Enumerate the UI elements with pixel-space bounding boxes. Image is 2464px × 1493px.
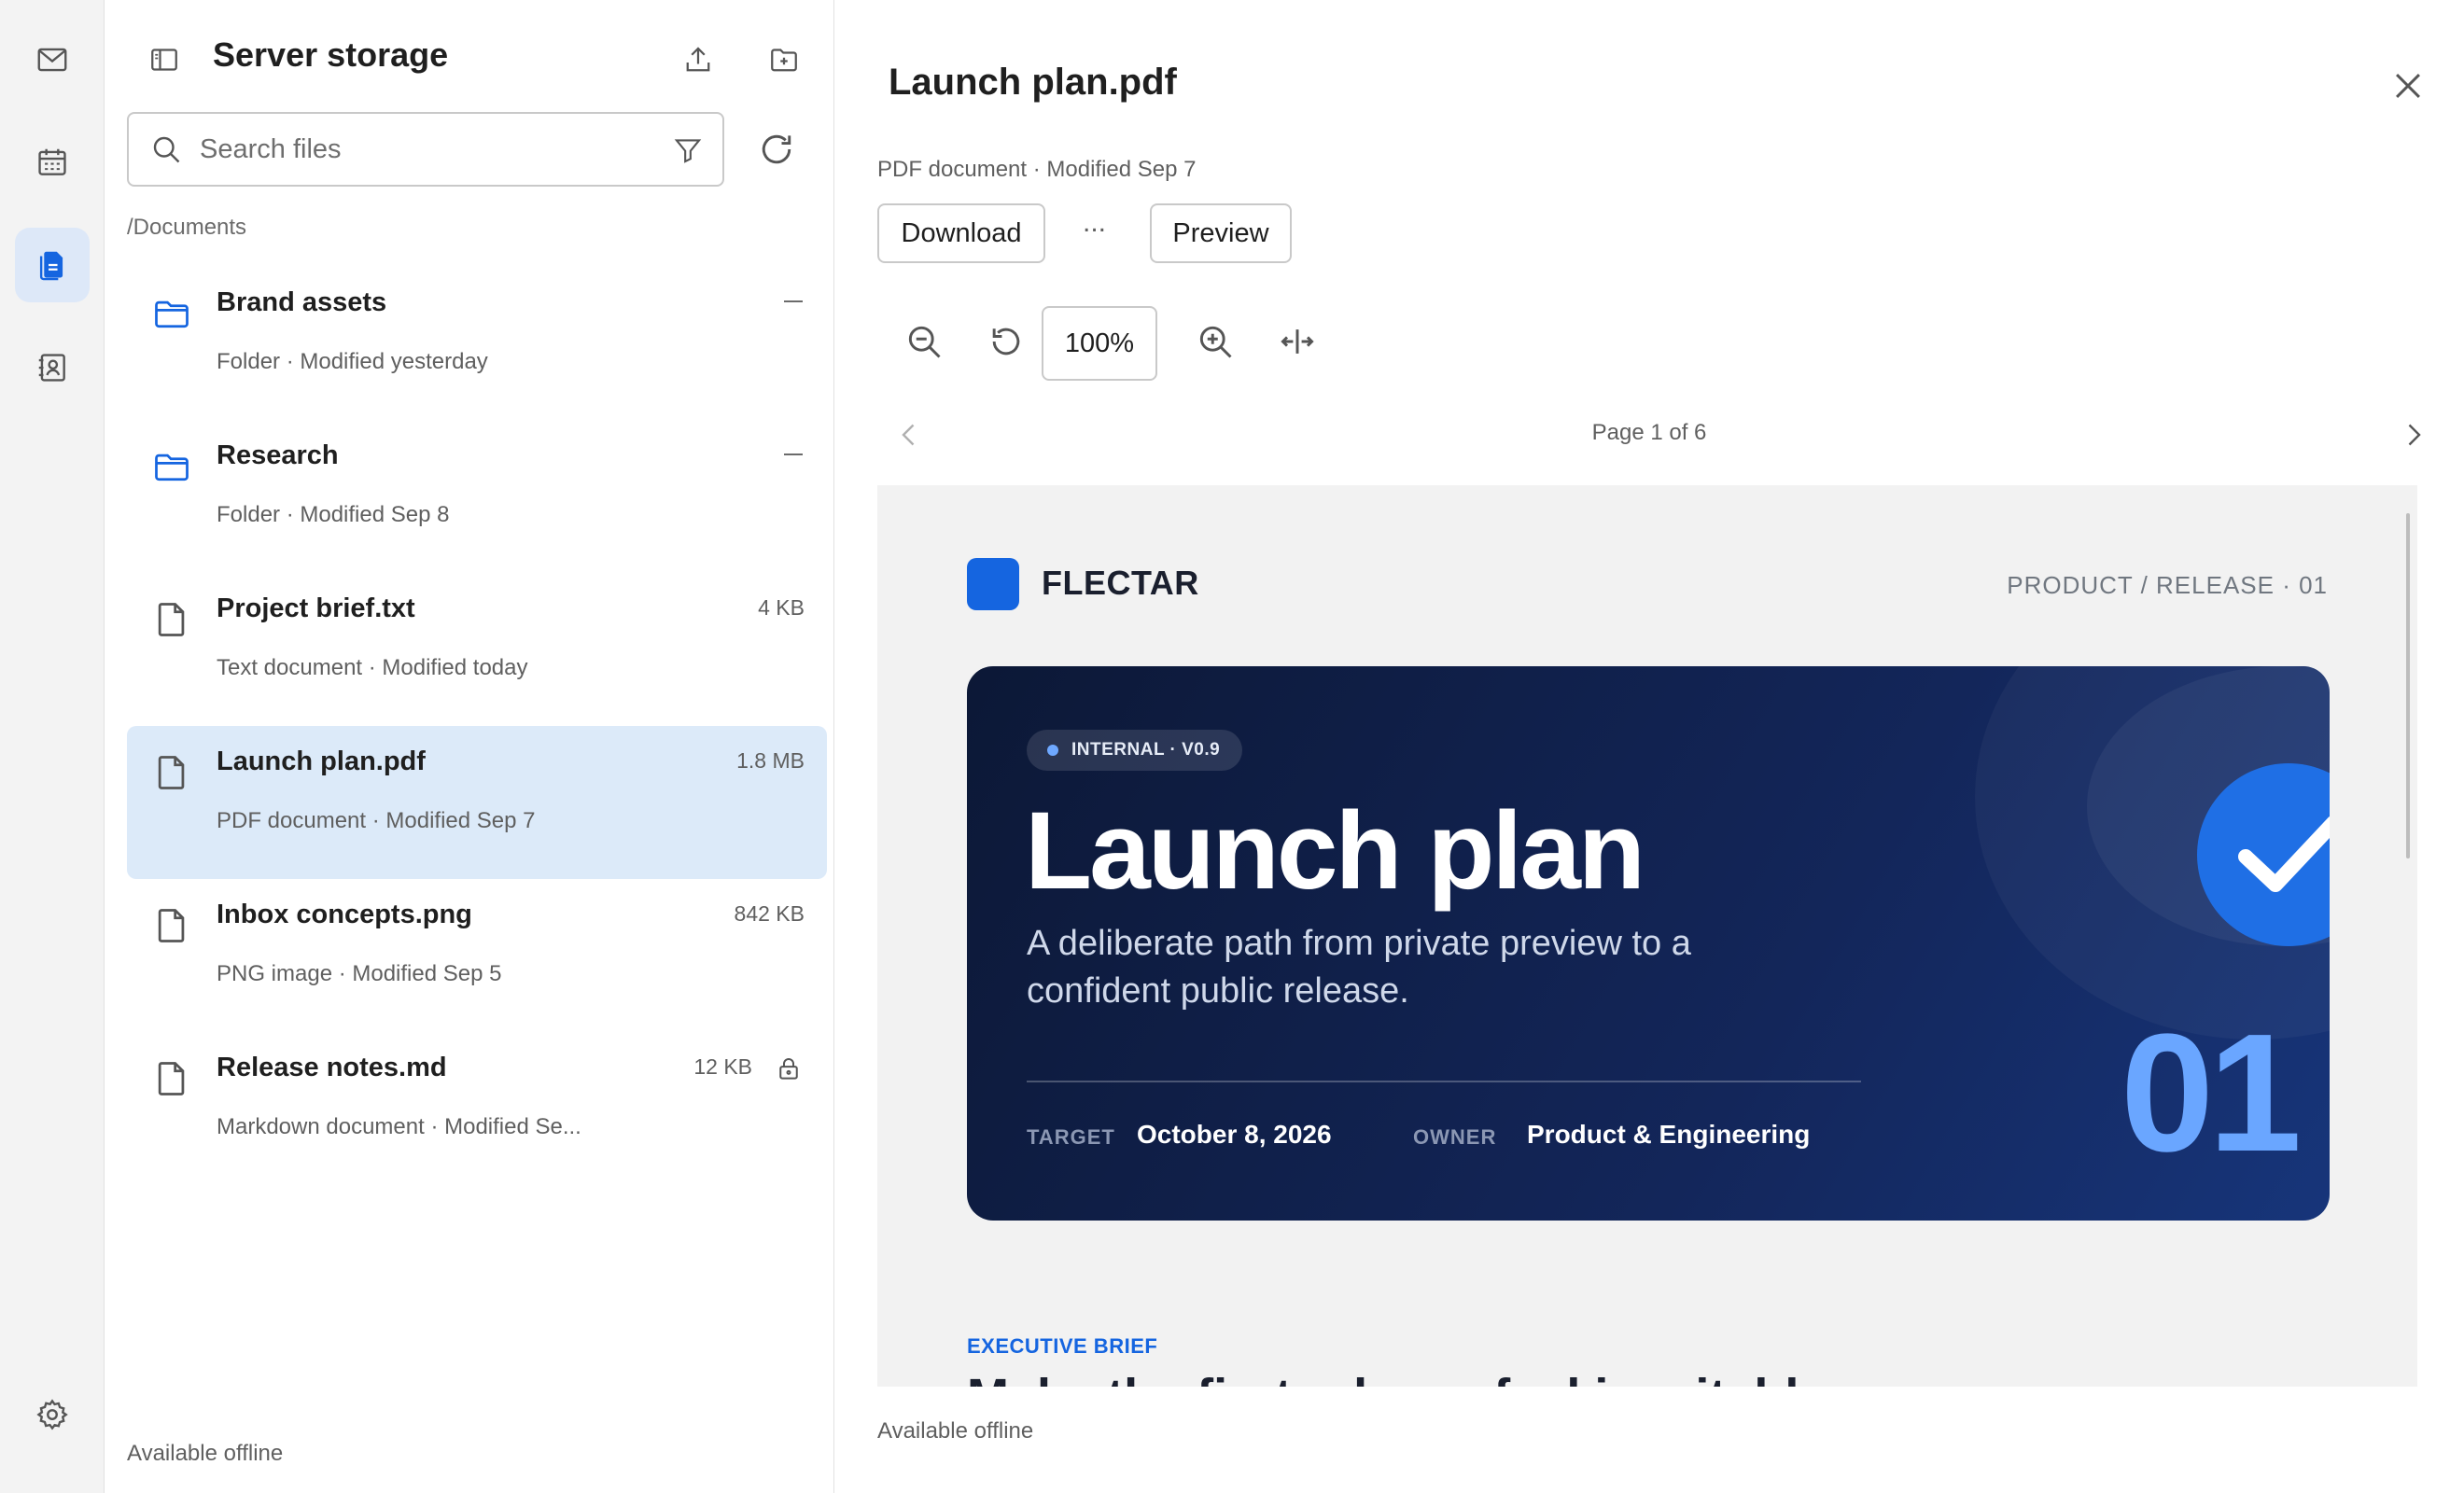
new-folder-icon	[771, 49, 797, 72]
contacts-icon[interactable]	[15, 330, 90, 405]
folder-icon	[155, 453, 189, 481]
app-rail	[0, 0, 105, 1493]
list-item[interactable]: Project brief.txt Text document · Modifi…	[127, 573, 827, 726]
document-viewport[interactable]: FLECTAR PRODUCT / RELEASE · 01 INTERNAL …	[877, 485, 2417, 1387]
file-size: 12 KB	[693, 1054, 752, 1079]
new-folder-button[interactable]	[763, 39, 805, 80]
status-badge: INTERNAL · V0.9	[1027, 730, 1243, 771]
owner-label: OWNER	[1413, 1125, 1497, 1149]
files-panel: Server storage /Documents Brand assets F…	[105, 0, 834, 1493]
target-value: October 8, 2026	[1137, 1120, 1332, 1149]
offline-status: Available offline	[127, 1441, 284, 1466]
file-meta: Text document · Modified today	[217, 655, 528, 680]
file-name: Research	[217, 440, 339, 470]
list-item[interactable]: Brand assets Folder · Modified yesterday	[127, 267, 827, 420]
rotate-icon[interactable]	[986, 321, 1027, 362]
release-number: 01	[2121, 999, 2302, 1187]
preview-button[interactable]: Preview	[1150, 203, 1292, 263]
next-page-icon[interactable]	[2397, 418, 2430, 452]
refresh-icon[interactable]	[756, 129, 797, 170]
zoom-out-icon[interactable]	[903, 321, 945, 362]
search-icon	[153, 136, 180, 163]
settings-icon[interactable]	[15, 1377, 90, 1452]
document-icon	[158, 603, 185, 636]
offline-status: Available offline	[877, 1418, 1034, 1444]
files-header: Server storage	[105, 26, 834, 93]
brand-logo	[967, 558, 1019, 610]
search-box	[127, 112, 724, 187]
status-badge-label: INTERNAL · V0.9	[1071, 740, 1221, 760]
preview-meta: PDF document · Modified Sep 7	[877, 157, 1197, 182]
zoom-in-icon[interactable]	[1195, 321, 1236, 362]
document-icon	[158, 756, 185, 789]
zoom-level-field[interactable]: 100%	[1042, 306, 1157, 381]
document-tag: PRODUCT / RELEASE · 01	[2007, 571, 2328, 599]
brand-name: FLECTAR	[1042, 564, 1199, 602]
file-meta: PDF document · Modified Sep 7	[217, 808, 536, 833]
files-icon[interactable]	[15, 228, 90, 302]
document-icon	[158, 909, 185, 942]
folder-size-dash	[784, 300, 803, 302]
file-list: Brand assets Folder · Modified yesterday…	[127, 267, 827, 1185]
upload-icon	[686, 47, 710, 72]
file-meta: Folder · Modified Sep 8	[217, 502, 450, 527]
document-title: Launch plan	[1025, 789, 1645, 913]
search-input[interactable]	[200, 133, 638, 165]
file-meta: Markdown document · Modified Se...	[217, 1114, 581, 1139]
calendar-icon[interactable]	[15, 125, 90, 200]
preview-panel: Launch plan.pdf PDF document · Modified …	[834, 0, 2464, 1493]
list-item[interactable]: Release notes.md Markdown document · Mod…	[127, 1032, 827, 1185]
section-label: EXECUTIVE BRIEF	[967, 1334, 1158, 1358]
more-actions-button[interactable]: ...	[1083, 207, 1106, 239]
sidebar-toggle-icon[interactable]	[147, 43, 181, 77]
page-indicator: Page 1 of 6	[1591, 420, 1707, 445]
folder-icon	[155, 300, 189, 328]
download-button[interactable]: Download	[877, 203, 1045, 263]
file-name: Release notes.md	[217, 1053, 447, 1082]
status-dot	[1047, 745, 1058, 756]
file-name: Inbox concepts.png	[217, 900, 472, 929]
list-item-selected[interactable]: Launch plan.pdf PDF document · Modified …	[127, 726, 827, 879]
lock-icon	[779, 1058, 798, 1080]
file-size: 842 KB	[734, 901, 805, 926]
file-meta: Folder · Modified yesterday	[217, 349, 488, 374]
file-name: Project brief.txt	[217, 593, 415, 623]
target-label: TARGET	[1027, 1125, 1115, 1149]
filter-icon[interactable]	[672, 134, 704, 166]
document-icon	[158, 1062, 185, 1095]
file-meta: PNG image · Modified Sep 5	[217, 961, 502, 986]
section-heading: Make the first release feel inevitable	[967, 1368, 1827, 1387]
fit-width-icon[interactable]	[1277, 321, 1318, 362]
folder-size-dash	[784, 453, 803, 455]
list-item[interactable]: Inbox concepts.png PNG image · Modified …	[127, 879, 827, 1032]
owner-value: Product & Engineering	[1527, 1120, 1811, 1149]
breadcrumb[interactable]: /Documents	[127, 215, 246, 241]
divider	[1027, 1081, 1861, 1082]
mail-icon[interactable]	[15, 22, 90, 97]
close-icon[interactable]	[2387, 65, 2429, 106]
document-subtitle: A deliberate path from private preview t…	[1027, 924, 1691, 1011]
scrollbar[interactable]	[2406, 513, 2410, 858]
files-title: Server storage	[213, 35, 449, 74]
checkmark-icon	[2238, 816, 2330, 892]
file-name: Brand assets	[217, 287, 387, 317]
preview-title: Launch plan.pdf	[889, 62, 1177, 103]
file-name: Launch plan.pdf	[217, 746, 426, 776]
list-item[interactable]: Research Folder · Modified Sep 8	[127, 420, 827, 573]
hero-card: INTERNAL · V0.9 Launch plan A deliberate…	[967, 666, 2330, 1221]
upload-button[interactable]	[678, 39, 719, 80]
checkmark-badge	[2197, 763, 2330, 946]
file-size: 4 KB	[758, 595, 805, 620]
file-size: 1.8 MB	[736, 748, 805, 773]
